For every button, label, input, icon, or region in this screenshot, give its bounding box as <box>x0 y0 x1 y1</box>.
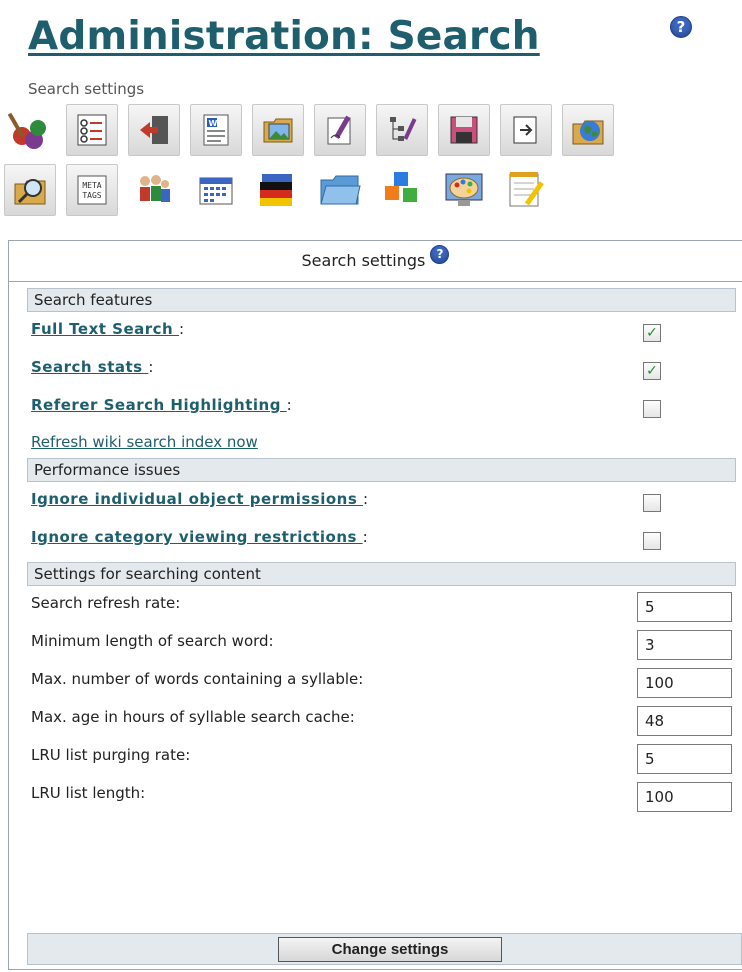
folder-icon[interactable] <box>314 164 366 216</box>
full-text-search-link[interactable]: Full Text Search <box>31 320 179 338</box>
section-header: Search features <box>27 288 736 312</box>
ignore-object-permissions-checkbox[interactable] <box>643 494 661 512</box>
toolbar-row-2: META TAGS <box>0 160 742 220</box>
word-doc-icon[interactable]: W <box>190 104 242 156</box>
setting-label: LRU list length: <box>31 784 146 802</box>
option-row: Search stats : ✓ <box>9 350 742 388</box>
export-icon[interactable] <box>500 104 552 156</box>
referer-highlighting-link[interactable]: Referer Search Highlighting <box>31 396 287 414</box>
blocks-icon[interactable] <box>376 164 428 216</box>
setting-label: LRU list purging rate: <box>31 746 191 764</box>
setting-row: Search refresh rate: <box>9 586 742 624</box>
page-title[interactable]: Administration: Search <box>28 14 540 59</box>
tree-icon[interactable] <box>376 104 428 156</box>
option-row: Ignore category viewing restrictions : <box>9 520 742 558</box>
option-row: Ignore individual object permissions : <box>9 482 742 520</box>
ignore-category-restrictions-checkbox[interactable] <box>643 532 661 550</box>
setting-label: Search refresh rate: <box>31 594 181 612</box>
setting-label: Minimum length of search word: <box>31 632 274 650</box>
ignore-category-restrictions-link[interactable]: Ignore category viewing restrictions <box>31 528 363 546</box>
submit-bar: Change settings <box>27 933 742 965</box>
min-word-length-input[interactable] <box>637 630 732 660</box>
setting-label: Max. number of words containing a syllab… <box>31 670 364 688</box>
title-row: Administration: Search ? <box>28 14 718 74</box>
max-words-syllable-input[interactable] <box>637 668 732 698</box>
login-icon[interactable] <box>128 104 180 156</box>
lru-list-length-input[interactable] <box>637 782 732 812</box>
setting-row: LRU list purging rate: <box>9 738 742 776</box>
help-icon[interactable]: ? <box>670 16 692 38</box>
globe-icon[interactable] <box>562 104 614 156</box>
notepad-icon[interactable] <box>500 164 552 216</box>
search-refresh-rate-input[interactable] <box>637 592 732 622</box>
users-icon[interactable] <box>128 164 180 216</box>
palette-icon[interactable] <box>438 164 490 216</box>
option-row: Full Text Search : ✓ <box>9 312 742 350</box>
flag-icon[interactable] <box>252 164 304 216</box>
setting-row: LRU list length: <box>9 776 742 814</box>
option-row: Referer Search Highlighting : <box>9 388 742 426</box>
change-settings-button[interactable]: Change settings <box>278 937 502 962</box>
help-icon[interactable]: ? <box>430 245 450 264</box>
setting-row: Max. age in hours of syllable search cac… <box>9 700 742 738</box>
refresh-row: Refresh wiki search index now <box>9 426 742 458</box>
admin-toolbar: W META TAGS <box>0 100 742 220</box>
section-header: Settings for searching content <box>27 562 736 586</box>
calendar-icon[interactable] <box>190 164 242 216</box>
setting-row: Minimum length of search word: <box>9 624 742 662</box>
toolbar-row-1: W <box>0 100 742 160</box>
search-stats-link[interactable]: Search stats <box>31 358 148 376</box>
svg-text:TAGS: TAGS <box>82 191 101 200</box>
full-text-search-checkbox[interactable]: ✓ <box>643 324 661 342</box>
search-stats-checkbox[interactable]: ✓ <box>643 362 661 380</box>
referer-highlighting-checkbox[interactable] <box>643 400 661 418</box>
refresh-index-link[interactable]: Refresh wiki search index now <box>31 433 258 451</box>
lru-purging-rate-input[interactable] <box>637 744 732 774</box>
section-header: Performance issues <box>27 458 736 482</box>
edit-icon[interactable] <box>314 104 366 156</box>
setting-row: Max. number of words containing a syllab… <box>9 662 742 700</box>
list-icon[interactable] <box>66 104 118 156</box>
cache-age-input[interactable] <box>637 706 732 736</box>
page-subtitle: Search settings <box>28 80 145 98</box>
meta-tags-text: META <box>82 181 101 190</box>
ignore-object-permissions-link[interactable]: Ignore individual object permissions <box>31 490 363 508</box>
image-gallery-icon[interactable] <box>252 104 304 156</box>
panel-title: Search settings <box>301 251 426 270</box>
panel-header: Search settings ? <box>9 241 742 282</box>
search-folder-icon[interactable] <box>4 164 56 216</box>
setting-label: Max. age in hours of syllable search cac… <box>31 708 355 726</box>
meta-tags-icon[interactable]: META TAGS <box>66 164 118 216</box>
features-icon[interactable] <box>4 104 56 156</box>
svg-text:W: W <box>209 119 218 128</box>
save-icon[interactable] <box>438 104 490 156</box>
settings-panel: Search settings ? Search features Full T… <box>8 240 742 970</box>
